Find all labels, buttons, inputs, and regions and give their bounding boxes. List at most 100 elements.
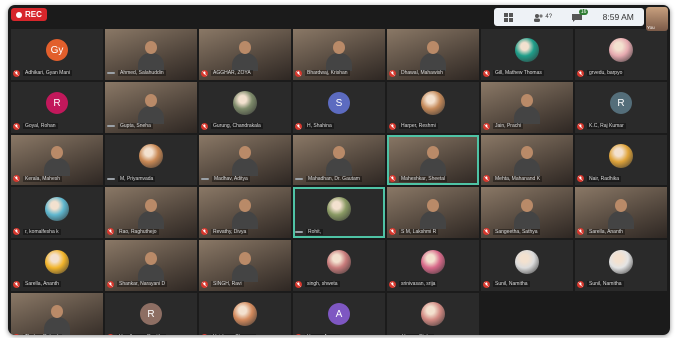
mic-muted-icon	[295, 122, 302, 130]
name-tag: Verma, Anana	[295, 333, 383, 335]
participant-name: Nair, Radhika	[587, 175, 622, 182]
participant-name: Gurung, Chandrakala	[211, 123, 263, 130]
participant-tile[interactable]: Gy Adhikari, Gyan Mani	[11, 29, 103, 80]
mic-muted-icon	[201, 69, 208, 77]
mic-muted-icon	[577, 228, 584, 236]
participant-tile[interactable]: Shankar, Narayani D	[105, 240, 197, 291]
participant-tile[interactable]: singh, shweta	[293, 240, 385, 291]
participant-name: M, Priyamvada	[118, 175, 156, 182]
mic-muted-icon	[13, 69, 20, 77]
participant-tile[interactable]: AGGHAR, ZOYA	[199, 29, 291, 80]
record-dot-icon	[16, 11, 22, 18]
participant-name: singh, shweta	[305, 281, 340, 288]
name-tag: Gupta, Sneha	[107, 122, 195, 131]
participant-name: Maheshkar, Sheetal	[399, 175, 448, 182]
participant-tile[interactable]: SINGH, Ravi	[199, 240, 291, 291]
name-tag: Adhikari, Gyan Mani	[13, 69, 101, 78]
name-tag: S M, Lakshmi R	[389, 227, 477, 236]
mic-muted-icon	[389, 122, 396, 130]
name-tag: Sangeetha, Sathya	[483, 227, 571, 236]
participant-tile[interactable]: Sangeetha, Sathya	[481, 187, 573, 239]
participant-name: Upadhyaye, Renitha	[117, 334, 167, 335]
participant-tile[interactable]: Mahadhan, Dr. Gautam	[293, 134, 385, 186]
participant-tile[interactable]: Jain, Prachi	[481, 81, 573, 133]
profile-picture	[45, 196, 69, 221]
name-tag: AGGHAR, ZOYA	[201, 69, 289, 78]
participant-tile[interactable]: Mehta, Mahanand K	[481, 134, 573, 186]
participant-tile[interactable]: Gupta, Sneha	[105, 81, 197, 133]
participant-name: Harper, Reshmi	[399, 123, 438, 130]
video-feed-person	[418, 199, 448, 230]
name-tag: Upadhyaye, Renitha	[107, 333, 195, 335]
participants-button[interactable]: 4?	[533, 13, 552, 22]
name-tag: srinivasan, srija	[389, 280, 477, 289]
mic-muted-icon	[107, 333, 114, 335]
participant-tile[interactable]: Vaishnav, Tharuna	[199, 292, 291, 335]
participant-name: Revathy, Divya	[211, 228, 249, 235]
name-tag: H, Shahina	[295, 122, 383, 131]
participant-tile[interactable]: R K.C, Raj Kumar	[575, 81, 667, 133]
participant-tile[interactable]: Rohit,	[293, 187, 385, 239]
profile-picture	[421, 249, 445, 274]
video-feed-person	[418, 40, 448, 71]
self-view-label: You	[647, 25, 655, 30]
participant-tile[interactable]: Bhardwaj, Krishan	[293, 29, 385, 80]
participant-tile[interactable]: Kerala, Mahesh	[11, 134, 103, 186]
participant-tile[interactable]: Sarella, Ananth	[575, 187, 667, 239]
participant-tile[interactable]: Harper, Reshmi	[387, 81, 479, 133]
participant-tile[interactable]: Revathy, Divya	[199, 187, 291, 239]
mic-muted-icon	[13, 122, 20, 130]
participant-grid: Gy Adhikari, Gyan Mani Ahmed, Salahuddin AG…	[11, 29, 669, 335]
participant-tile[interactable]: M, Priyamvada	[105, 134, 197, 186]
participant-name: Ahmed, Salahuddin	[118, 70, 166, 77]
participant-tile[interactable]: Dhawal, Mahawish	[387, 29, 479, 80]
participant-tile[interactable]: R Goyal, Rohan	[11, 81, 103, 133]
mic-muted-icon	[483, 280, 490, 288]
recording-label: REC	[25, 10, 42, 19]
participant-tile[interactable]: Nair, Radhika	[575, 134, 667, 186]
participant-tile[interactable]: Ahmed, Salahuddin	[105, 29, 197, 80]
participant-name: Adhikari, Gyan Mani	[23, 70, 73, 77]
mic-muted-icon	[295, 280, 302, 288]
participant-tile[interactable]: r, komalfesha k	[11, 187, 103, 239]
name-tag: Thakur, Rakesh	[13, 333, 101, 335]
participant-tile[interactable]: grvedu, barpyo	[575, 29, 667, 80]
profile-picture	[609, 143, 633, 168]
participant-tile[interactable]: srinivasan, srija	[387, 240, 479, 291]
name-tag: Jain, Prachi	[483, 122, 571, 131]
mic-muted-icon	[483, 69, 490, 77]
participant-tile[interactable]: S H, Shahina	[293, 81, 385, 133]
participant-tile[interactable]: S M, Lakshmi R	[387, 187, 479, 239]
profile-picture	[515, 38, 539, 63]
self-view-thumbnail[interactable]: You	[646, 7, 668, 31]
mic-active-icon	[107, 125, 115, 128]
name-tag: Gill, Mathew Thomas	[483, 69, 571, 78]
participant-tile[interactable]: Sunil, Namitha	[481, 240, 573, 291]
name-tag: Maheshkar, Sheetal	[389, 174, 477, 183]
grid-view-icon[interactable]	[504, 12, 514, 22]
participant-tile[interactable]: Madhav, Aditya	[199, 134, 291, 186]
mic-muted-icon	[201, 280, 208, 288]
video-feed-person	[606, 199, 636, 230]
mic-muted-icon	[483, 175, 490, 183]
participant-tile[interactable]: Thakur, Rakesh	[11, 292, 103, 335]
participant-tile[interactable]: R Upadhyaye, Renitha	[105, 292, 197, 335]
participant-tile[interactable]: Sarella, Ananth	[11, 240, 103, 291]
clock: 8:59 AM	[602, 12, 634, 22]
video-feed-person	[230, 146, 260, 177]
participant-tile[interactable]: Gill, Mathew Thomas	[481, 29, 573, 80]
mic-muted-icon	[201, 122, 208, 130]
video-feed-person	[230, 199, 260, 230]
participant-tile[interactable]: A Verma, Anana	[293, 292, 385, 335]
video-feed-person	[42, 304, 72, 335]
participant-name: Bhardwaj, Krishan	[305, 70, 350, 77]
chat-button[interactable]: 16	[572, 8, 589, 22]
participant-tile[interactable]: Verma, Richa	[387, 292, 479, 335]
name-tag: Vaishnav, Tharuna	[201, 333, 289, 335]
participant-tile[interactable]: Rao, Raghuthejo	[105, 187, 197, 239]
participant-tile[interactable]: Maheshkar, Sheetal	[387, 134, 479, 186]
mic-muted-icon	[389, 280, 396, 288]
participant-tile[interactable]: Gurung, Chandrakala	[199, 81, 291, 133]
participant-tile[interactable]: Sunil, Namitha	[575, 240, 667, 291]
mic-muted-icon	[13, 228, 20, 236]
